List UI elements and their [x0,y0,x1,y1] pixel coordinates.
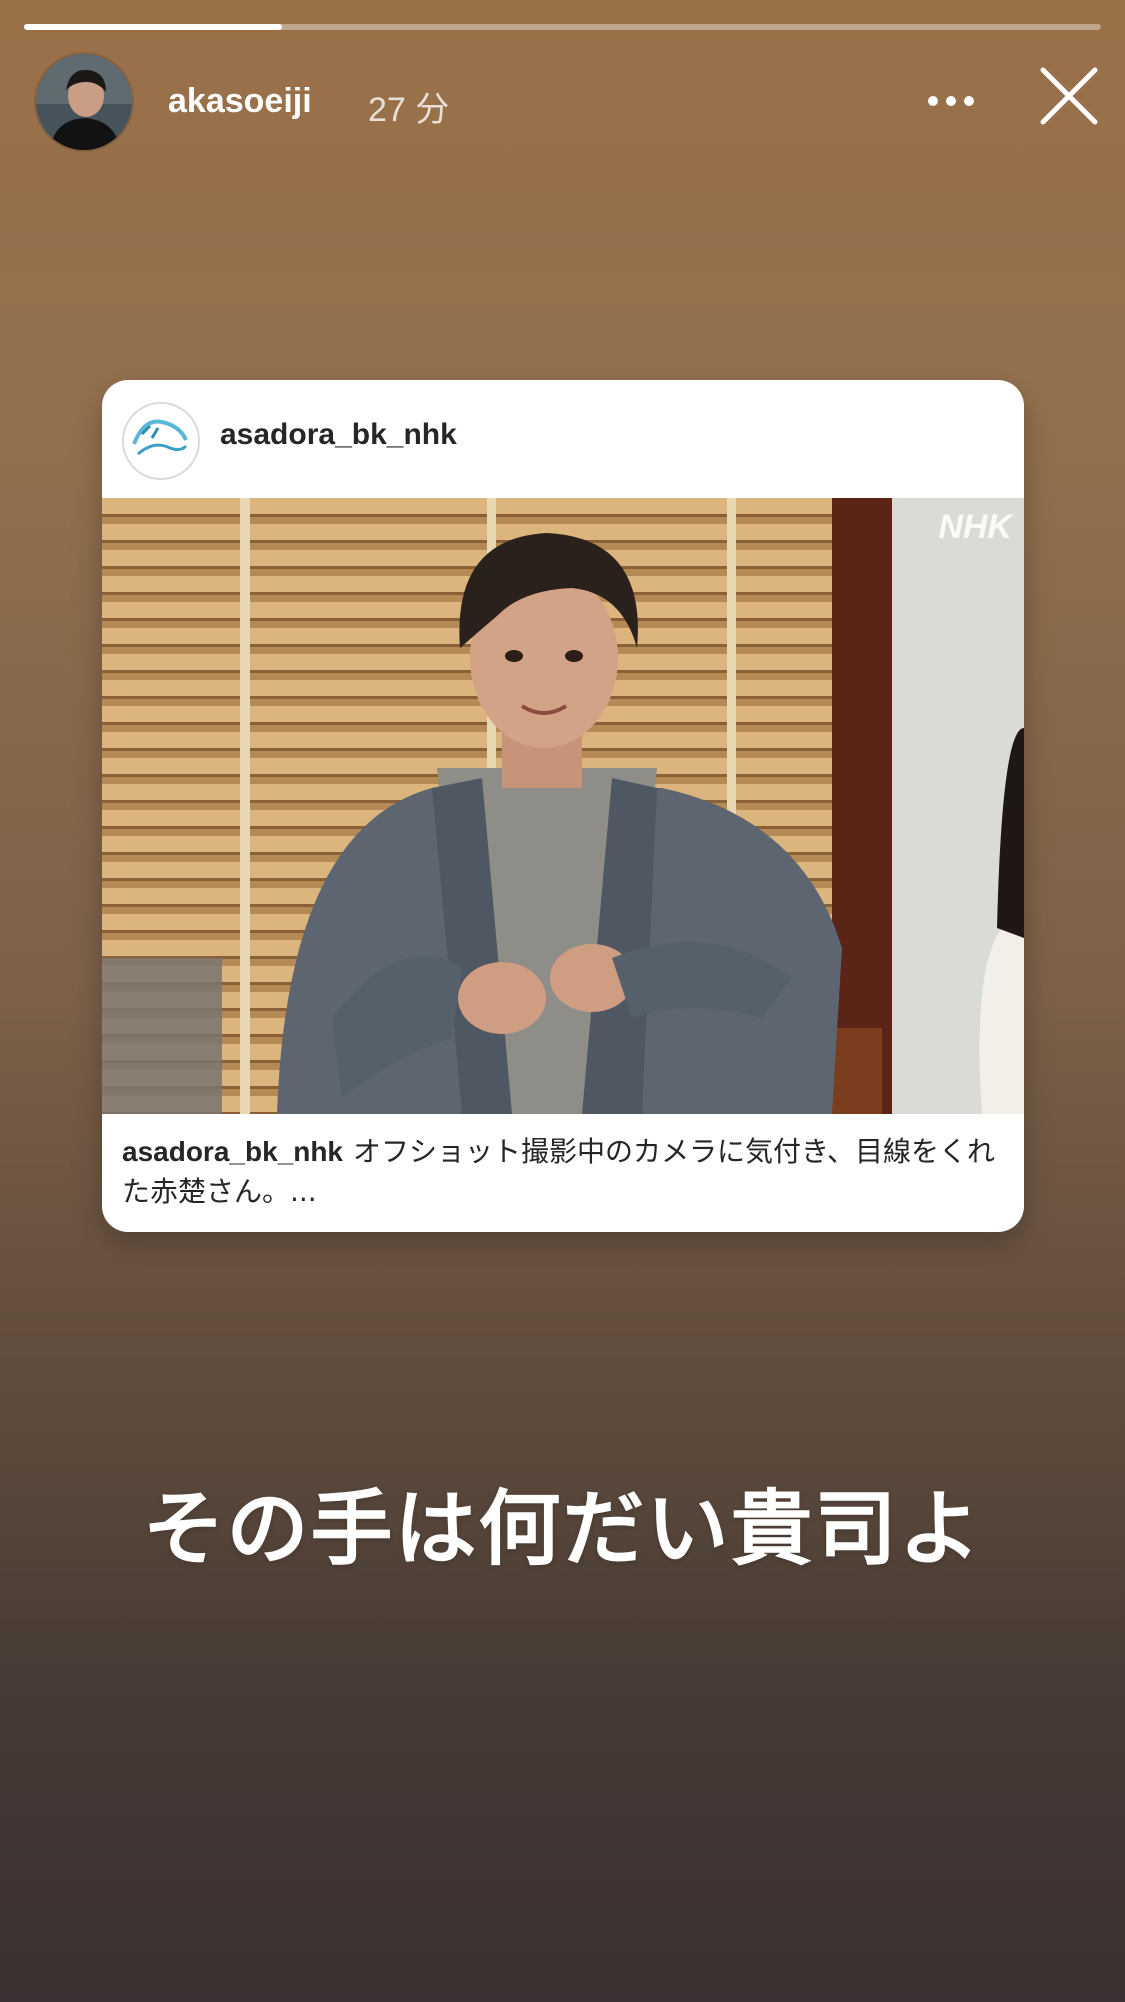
shared-post-photo[interactable]: NHK [102,498,1024,1114]
more-dots-icon[interactable] [921,76,981,126]
shared-post-card[interactable]: asadora_bk_nhk NHK asadora_bk_nhk オフショット… [102,380,1024,1232]
close-x-icon[interactable] [1037,64,1101,128]
story-timestamp: 27 分 [368,91,450,129]
shared-post-header: asadora_bk_nhk [102,380,1024,498]
story-text-overlay: その手は何だい貴司よ [142,1482,983,1577]
story-progress-bar [24,24,1101,30]
shared-post-username[interactable]: asadora_bk_nhk [220,418,457,452]
account-logo[interactable] [122,402,200,480]
story-progress-fill [24,24,283,30]
story-header: akasoeiji 27 分 [36,54,1101,150]
shared-post-caption: asadora_bk_nhk オフショット撮影中のカメラに気付き、目線をくれた赤楚… [122,1132,1002,1212]
caption-username[interactable]: asadora_bk_nhk [122,1136,343,1167]
story-username[interactable]: akasoeiji [168,82,312,121]
nhk-watermark: NHK [938,508,1012,546]
avatar[interactable] [36,54,132,150]
avatar-image [36,54,132,150]
